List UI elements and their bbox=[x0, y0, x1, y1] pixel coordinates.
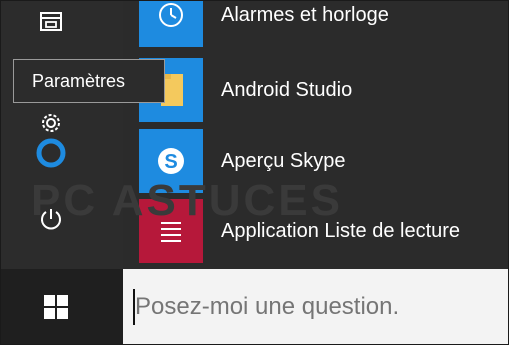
app-tile bbox=[139, 1, 203, 47]
search-input[interactable] bbox=[133, 283, 497, 331]
file-explorer-icon[interactable] bbox=[31, 1, 71, 41]
app-label: Android Studio bbox=[221, 78, 353, 101]
skype-icon: S bbox=[158, 148, 184, 174]
app-label: Alarmes et horloge bbox=[221, 3, 389, 26]
reading-list-icon bbox=[161, 222, 181, 242]
text-caret bbox=[133, 289, 135, 325]
app-item-alarmes[interactable]: Alarmes et horloge bbox=[123, 1, 508, 47]
search-box[interactable] bbox=[123, 269, 508, 344]
cortana-icon[interactable] bbox=[31, 133, 71, 173]
tooltip-text: Paramètres bbox=[32, 70, 126, 91]
app-label: Aperçu Skype bbox=[221, 149, 346, 172]
windows-icon bbox=[44, 294, 68, 319]
app-label: Application Liste de lecture bbox=[221, 219, 461, 242]
svg-text:S: S bbox=[164, 151, 177, 173]
start-menu-screenshot: Alarmes et horloge Android Studio S Aper… bbox=[0, 0, 509, 345]
app-tile: S bbox=[139, 129, 203, 193]
app-tile bbox=[139, 199, 203, 263]
power-icon[interactable] bbox=[31, 199, 71, 239]
tooltip-parametres: Paramètres bbox=[13, 59, 165, 103]
app-list: Alarmes et horloge Android Studio S Aper… bbox=[123, 1, 508, 269]
app-item-apercu-skype[interactable]: S Aperçu Skype bbox=[123, 129, 508, 193]
clock-icon bbox=[159, 3, 183, 27]
taskbar bbox=[1, 269, 508, 344]
start-button[interactable] bbox=[1, 269, 111, 344]
app-item-liste-lecture[interactable]: Application Liste de lecture bbox=[123, 199, 508, 263]
app-item-android-studio[interactable]: Android Studio bbox=[123, 58, 508, 122]
